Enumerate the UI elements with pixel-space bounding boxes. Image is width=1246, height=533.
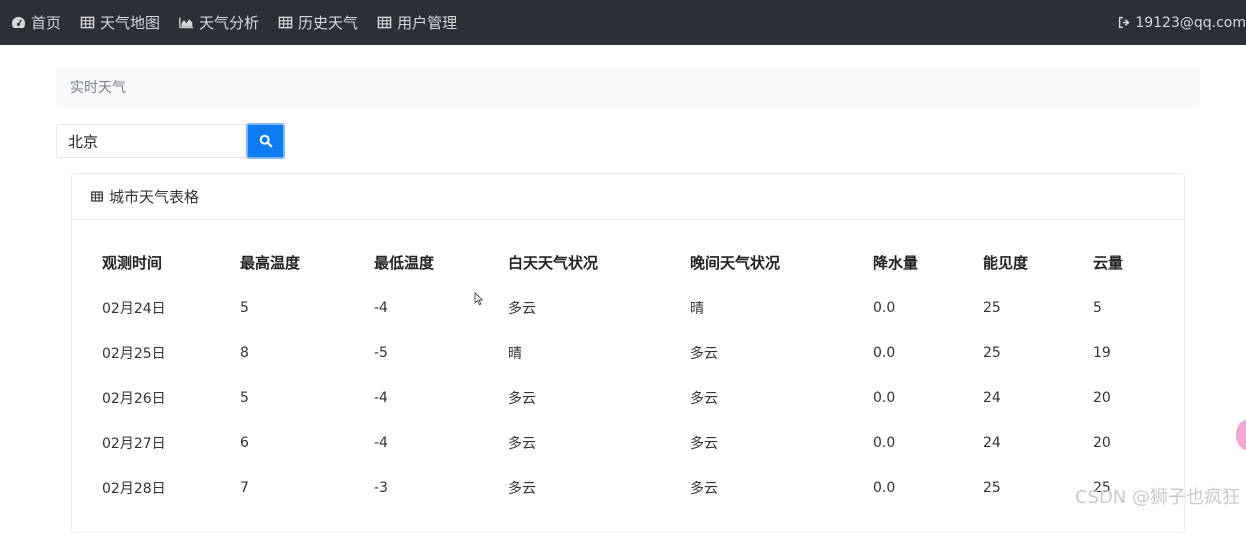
table-cell: 0.0 [873,479,896,496]
table-cell: -4 [374,434,388,451]
table-icon [278,16,293,29]
column-header: 白天天气状况 [508,254,599,272]
nav-item-user-management[interactable]: 用户管理 [377,12,457,33]
user-logout-link[interactable]: 19123@qq.com [1118,0,1246,45]
table-cell: 多云 [508,480,536,497]
table-icon [91,191,103,202]
nav-menu: 首页 天气地图 天气分析 历史天气 用户管理 [0,12,476,33]
nav-item-label: 天气分析 [199,14,260,32]
table-cell: 02月24日 [102,300,166,317]
table-cell: 多云 [508,390,536,407]
top-navbar: 首页 天气地图 天气分析 历史天气 用户管理 19123@qq.com [0,0,1246,45]
table-cell: 25 [983,479,1001,496]
city-search-input[interactable] [56,124,246,158]
column-header: 晚间天气状况 [690,254,781,272]
table-cell: 0.0 [873,299,896,316]
breadcrumb: 实时天气 [56,66,1200,108]
table-cell: -3 [374,479,388,496]
table-cell: 多云 [690,480,718,497]
table-cell: 25 [983,299,1001,316]
table-cell: 多云 [690,345,718,362]
table-cell: 24 [983,434,1001,451]
table-cell: 8 [240,344,249,361]
table-cell: 25 [983,344,1001,361]
column-header: 最低温度 [374,254,435,272]
table-cell: 02月27日 [102,435,166,452]
column-header: 云量 [1093,254,1124,272]
table-row: 02月27日 6 -4 多云 多云 0.0 24 20 [84,420,1155,465]
mouse-cursor-icon [474,292,484,306]
area-chart-icon [179,17,194,29]
column-header: 观测时间 [102,254,163,272]
table-cell: -4 [374,299,388,316]
nav-item-label: 用户管理 [397,14,458,32]
table-cell: 6 [240,434,249,451]
table-icon [80,16,95,29]
city-search [56,123,285,159]
nav-item-weather-map[interactable]: 天气地图 [80,12,160,33]
card-header: 城市天气表格 [72,174,1184,220]
column-header: 能见度 [983,254,1029,272]
table-cell: 20 [1093,434,1111,451]
column-header: 降水量 [873,254,919,272]
table-cell: 5 [240,299,249,316]
table-cell: 24 [983,389,1001,406]
nav-item-weather-analysis[interactable]: 天气分析 [179,12,259,33]
table-cell: 7 [240,479,249,496]
table-cell: 02月28日 [102,480,166,497]
card-title: 城市天气表格 [109,188,200,206]
table-cell: 20 [1093,389,1111,406]
city-weather-card: 城市天气表格 观测时间 最高温度 最低温度 白天天气状况 晚间天气状况 降水量 … [71,173,1185,533]
nav-item-label: 天气地图 [100,14,161,32]
nav-item-label: 历史天气 [298,14,359,32]
search-button[interactable] [246,123,285,159]
table-row: 02月25日 8 -5 晴 多云 0.0 25 19 [84,330,1155,375]
table-cell: 02月26日 [102,390,166,407]
column-header: 最高温度 [240,254,301,272]
table-cell: 晴 [508,345,522,362]
table-cell: 多云 [508,300,536,317]
user-email: 19123@qq.com [1135,14,1246,31]
nav-item-history-weather[interactable]: 历史天气 [278,12,358,33]
dashboard-icon [11,16,26,28]
table-row: 02月28日 7 -3 多云 多云 0.0 25 25 [84,465,1155,510]
table-cell: 02月25日 [102,345,166,362]
floating-widget[interactable] [1236,420,1246,450]
nav-item-label: 首页 [31,14,62,32]
table-icon [377,16,392,29]
table-row: 02月26日 5 -4 多云 多云 0.0 24 20 [84,375,1155,420]
table-row: 02月24日 5 -4 多云 晴 0.0 25 5 [84,285,1155,330]
table-cell: 19 [1093,344,1111,361]
breadcrumb-current: 实时天气 [70,80,126,96]
table-cell: 多云 [690,390,718,407]
table-cell: 0.0 [873,434,896,451]
table-cell: 晴 [690,300,704,317]
nav-item-home[interactable]: 首页 [11,12,61,33]
weather-table: 观测时间 最高温度 最低温度 白天天气状况 晚间天气状况 降水量 能见度 云量 … [84,240,1155,510]
table-cell: 多云 [690,435,718,452]
table-cell: 5 [240,389,249,406]
search-icon [259,134,272,148]
table-cell: -4 [374,389,388,406]
table-cell: 0.0 [873,389,896,406]
table-header-row: 观测时间 最高温度 最低温度 白天天气状况 晚间天气状况 降水量 能见度 云量 [84,240,1155,285]
table-cell: 0.0 [873,344,896,361]
table-cell: 5 [1093,299,1102,316]
table-cell: -5 [374,344,388,361]
table-cell: 多云 [508,435,536,452]
watermark: CSDN @狮子也疯狂 [1074,487,1240,508]
sign-out-icon [1119,16,1131,29]
